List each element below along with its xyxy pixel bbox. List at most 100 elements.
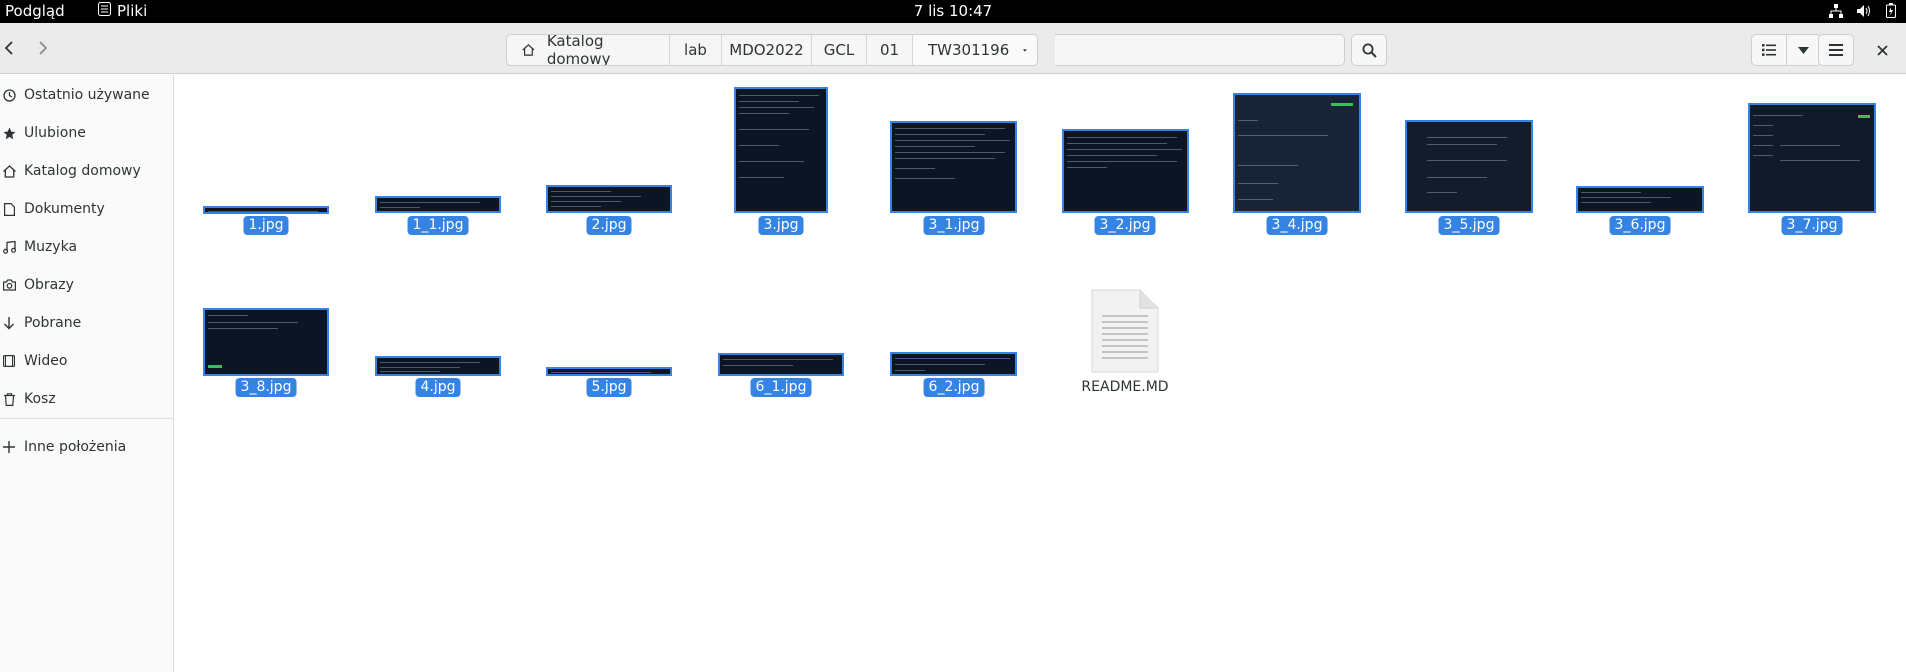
back-button[interactable] — [0, 33, 24, 63]
sidebar: Ostatnio używane Ulubione Katalog domowy… — [0, 75, 174, 672]
clock[interactable]: 7 lis 10:47 — [914, 2, 992, 20]
image-thumbnail — [1233, 93, 1361, 213]
activities-button[interactable]: Podgląd — [5, 2, 65, 20]
sidebar-item-label: Ostatnio używane — [24, 87, 150, 103]
image-thumbnail — [203, 206, 329, 214]
caret-down-icon — [1023, 48, 1027, 52]
document-icon — [2, 202, 16, 216]
file-name: 1.jpg — [243, 216, 289, 235]
breadcrumb-01[interactable]: 01 — [867, 35, 913, 65]
sidebar-item-label: Wideo — [24, 353, 68, 369]
star-icon — [2, 127, 16, 140]
search-button[interactable] — [1351, 34, 1387, 66]
main-menu-button[interactable] — [1818, 34, 1854, 66]
sidebar-item-label: Pobrane — [24, 315, 82, 331]
sidebar-item-label: Obrazy — [24, 277, 74, 293]
file-name: README.MD — [1081, 379, 1169, 395]
file-name: 6_2.jpg — [923, 378, 985, 397]
sidebar-item-downloads[interactable]: Pobrane — [0, 304, 174, 342]
plus-icon — [2, 441, 16, 453]
chevron-right-icon — [39, 41, 48, 55]
breadcrumb-label: TW301196 — [928, 41, 1010, 59]
list-view-button[interactable] — [1752, 35, 1787, 65]
image-thumbnail — [1576, 186, 1704, 213]
chevron-left-icon — [4, 41, 13, 55]
sidebar-item-starred[interactable]: Ulubione — [0, 114, 174, 152]
file-name: 6_1.jpg — [750, 378, 812, 397]
app-menu-button[interactable]: Pliki — [98, 2, 147, 20]
file-name: 3.jpg — [758, 216, 804, 235]
breadcrumb-current[interactable]: TW301196 — [913, 35, 1037, 65]
breadcrumb-label: MDO2022 — [729, 41, 804, 59]
image-thumbnail — [203, 308, 329, 376]
view-options-button[interactable] — [1787, 35, 1821, 65]
top-bar: Podgląd Pliki 7 lis 10:47 — [0, 0, 1906, 23]
sidebar-item-videos[interactable]: Wideo — [0, 342, 174, 380]
recent-icon — [2, 88, 16, 102]
sidebar-item-trash[interactable]: Kosz — [0, 380, 174, 418]
sidebar-item-label: Muzyka — [24, 239, 78, 255]
sidebar-item-label: Katalog domowy — [24, 163, 141, 179]
volume-icon — [1857, 4, 1872, 22]
file-name: 4.jpg — [415, 378, 461, 397]
trash-icon — [2, 392, 16, 406]
text-document-icon — [1090, 288, 1160, 378]
file-name: 3_6.jpg — [1609, 216, 1671, 235]
list-view-icon — [1761, 44, 1776, 56]
home-icon — [522, 44, 535, 56]
breadcrumb-label: lab — [684, 41, 707, 59]
file-name: 3_8.jpg — [235, 378, 297, 397]
close-icon — [1876, 44, 1888, 56]
breadcrumb-gcl[interactable]: GCL — [812, 35, 867, 65]
system-tray[interactable] — [1829, 3, 1896, 22]
image-thumbnail — [734, 87, 828, 213]
breadcrumb-mdo2022[interactable]: MDO2022 — [722, 35, 812, 65]
file-name: 3_5.jpg — [1438, 216, 1500, 235]
file-icon-view[interactable]: 1.jpg 1_1.jpg 2.jpg 3.jpg 3_1.jpg 3_2.jp… — [175, 75, 1906, 672]
image-thumbnail — [1748, 103, 1876, 213]
sidebar-item-music[interactable]: Muzyka — [0, 228, 174, 266]
file-name: 2.jpg — [586, 216, 632, 235]
header-bar: Katalog domowy lab MDO2022 GCL 01 TW3011… — [0, 23, 1906, 74]
image-thumbnail — [375, 196, 501, 213]
breadcrumb-lab[interactable]: lab — [670, 35, 722, 65]
file-name: 1_1.jpg — [407, 216, 469, 235]
sidebar-item-home[interactable]: Katalog domowy — [0, 152, 174, 190]
sidebar-item-pictures[interactable]: Obrazy — [0, 266, 174, 304]
breadcrumb-home[interactable]: Katalog domowy — [507, 35, 670, 65]
breadcrumb-home-label: Katalog domowy — [546, 34, 611, 66]
files-app-icon — [98, 2, 111, 20]
image-thumbnail — [375, 356, 501, 376]
view-mode-group — [1751, 34, 1821, 66]
sidebar-item-other-locations[interactable]: Inne położenia — [0, 428, 174, 466]
sidebar-item-documents[interactable]: Dokumenty — [0, 190, 174, 228]
video-icon — [2, 355, 16, 367]
download-icon — [2, 316, 16, 330]
image-thumbnail — [1405, 120, 1533, 213]
music-icon — [2, 240, 16, 254]
file-name: 5.jpg — [586, 378, 632, 397]
location-bar-empty[interactable] — [1055, 34, 1345, 66]
network-icon — [1829, 3, 1843, 22]
sidebar-item-label: Ulubione — [24, 125, 86, 141]
sidebar-item-label: Inne położenia — [24, 439, 127, 455]
image-thumbnail — [1062, 129, 1189, 213]
image-thumbnail — [890, 352, 1017, 376]
image-thumbnail — [546, 185, 672, 213]
forward-button[interactable] — [28, 33, 58, 63]
app-name: Pliki — [117, 2, 148, 20]
close-window-button[interactable] — [1866, 34, 1898, 66]
caret-down-icon — [1797, 46, 1809, 54]
home-icon — [2, 164, 16, 178]
image-thumbnail — [718, 353, 844, 376]
file-name: 3_2.jpg — [1094, 216, 1156, 235]
image-thumbnail — [890, 121, 1017, 213]
battery-icon — [1886, 3, 1896, 22]
camera-icon — [2, 279, 16, 291]
file-name: 3_1.jpg — [923, 216, 985, 235]
sidebar-item-recent[interactable]: Ostatnio używane — [0, 76, 174, 114]
breadcrumb-label: 01 — [879, 41, 900, 59]
sidebar-item-label: Dokumenty — [24, 201, 105, 217]
sidebar-separator — [0, 418, 173, 419]
breadcrumb-label: GCL — [823, 41, 855, 59]
